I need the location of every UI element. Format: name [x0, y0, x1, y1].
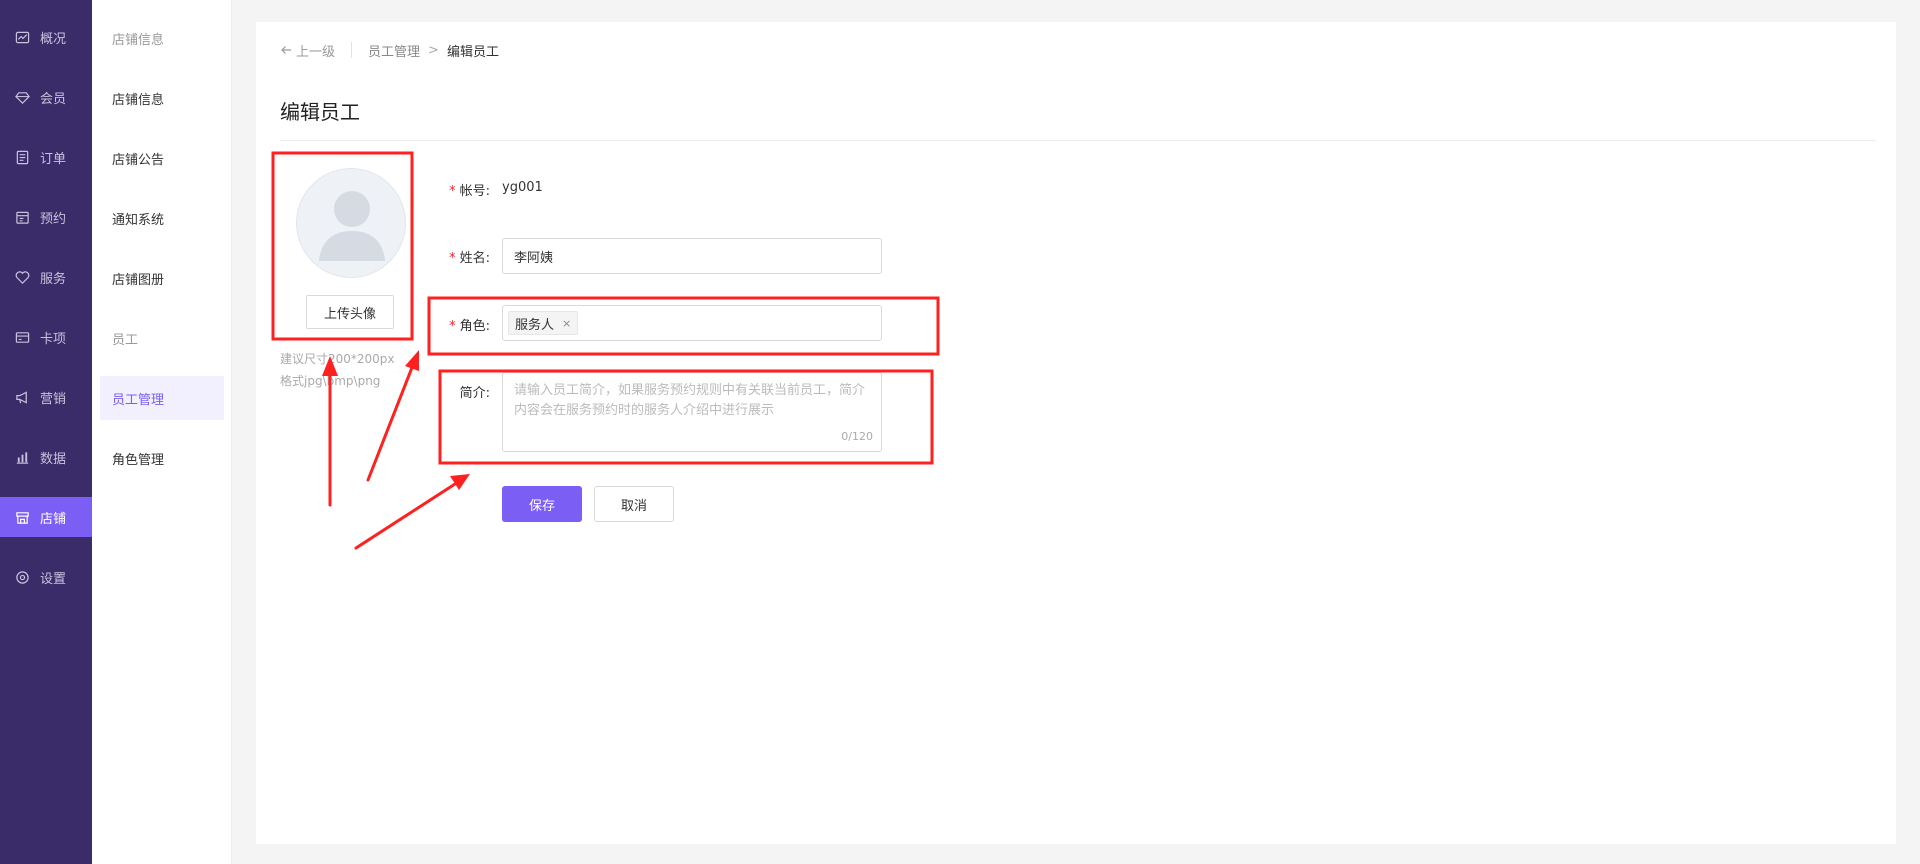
arrow-left-icon — [281, 46, 291, 54]
settings-icon — [15, 570, 30, 585]
nav-item-store[interactable]: 店铺 — [0, 497, 92, 537]
upload-avatar-button[interactable]: 上传头像 — [306, 295, 394, 329]
submenu-item-staff-management[interactable]: 员工管理 — [100, 376, 224, 420]
role-select[interactable]: 服务人 × — [502, 305, 882, 341]
nav-item-booking[interactable]: 预约 — [0, 197, 92, 237]
calendar-icon — [15, 210, 30, 225]
nav-item-settings[interactable]: 设置 — [0, 557, 92, 597]
role-tag: 服务人 × — [508, 311, 579, 335]
breadcrumb-separator: > — [428, 42, 439, 58]
card-icon — [15, 330, 30, 345]
chart-icon — [15, 450, 30, 465]
breadcrumb-parent[interactable]: 员工管理 — [368, 41, 420, 60]
dashboard-icon — [15, 30, 30, 45]
nav-label: 订单 — [40, 151, 67, 167]
diamond-icon — [15, 90, 30, 105]
submenu-item-announcement[interactable]: 店铺公告 — [100, 136, 224, 180]
avatar-hint-size: 建议尺寸200*200px — [280, 352, 395, 366]
intro-label-text: 简介: — [459, 386, 490, 401]
required-mark: * — [449, 184, 456, 199]
breadcrumb-divider — [351, 42, 353, 58]
back-link[interactable]: 上一级 — [280, 41, 335, 60]
page-title: 编辑员工 — [280, 100, 360, 124]
breadcrumb: 上一级 员工管理 > 编辑员工 — [280, 40, 499, 60]
account-value: yg001 — [502, 180, 543, 195]
required-mark: * — [449, 251, 456, 266]
role-label-text: 角色: — [459, 319, 490, 334]
intro-field: 0/120 — [502, 372, 882, 452]
nav-label: 数据 — [40, 451, 67, 467]
account-label: * 帐号: — [410, 180, 490, 199]
store-icon — [15, 510, 30, 525]
main-nav: 概况 会员 订单 预约 服务 卡项 营销 数据 店铺 设置 — [0, 0, 92, 864]
order-icon — [15, 150, 30, 165]
nav-label: 服务 — [40, 271, 67, 287]
intro-counter: 0/120 — [841, 430, 873, 443]
nav-item-orders[interactable]: 订单 — [0, 137, 92, 177]
submenu-item-role-management[interactable]: 角色管理 — [100, 436, 224, 480]
nav-label: 概况 — [40, 31, 67, 47]
name-label: * 姓名: — [410, 247, 490, 266]
nav-label: 预约 — [40, 211, 67, 227]
cancel-button[interactable]: 取消 — [594, 486, 674, 522]
name-label-text: 姓名: — [459, 251, 490, 266]
user-placeholder-icon — [319, 191, 385, 261]
nav-label: 营销 — [40, 391, 67, 407]
submenu-group-store-info: 店铺信息 — [112, 32, 165, 48]
submenu-item-album[interactable]: 店铺图册 — [100, 256, 224, 300]
intro-textarea[interactable] — [503, 373, 881, 451]
required-mark: * — [449, 319, 456, 334]
nav-item-service[interactable]: 服务 — [0, 257, 92, 297]
store-submenu: 店铺信息 店铺信息 店铺公告 通知系统 店铺图册 员工 员工管理 角色管理 — [92, 0, 232, 864]
nav-item-marketing[interactable]: 营销 — [0, 377, 92, 417]
nav-item-overview[interactable]: 概况 — [0, 17, 92, 57]
intro-label: 简介: — [410, 382, 490, 401]
breadcrumb-current: 编辑员工 — [446, 44, 499, 60]
heart-icon — [15, 270, 30, 285]
submenu-item-notification[interactable]: 通知系统 — [100, 196, 224, 240]
account-label-text: 帐号: — [459, 184, 490, 199]
title-divider — [280, 140, 1876, 141]
nav-label: 设置 — [40, 571, 67, 587]
nav-item-data[interactable]: 数据 — [0, 437, 92, 477]
save-button[interactable]: 保存 — [502, 486, 582, 522]
back-label: 上一级 — [296, 44, 336, 60]
close-icon[interactable]: × — [562, 317, 571, 330]
role-label: * 角色: — [410, 315, 490, 334]
edit-staff-card: 上一级 员工管理 > 编辑员工 编辑员工 上传头像 建议尺寸200*200px … — [256, 22, 1896, 844]
name-input[interactable] — [502, 238, 882, 274]
role-tag-label: 服务人 — [515, 317, 555, 333]
nav-label: 卡项 — [40, 331, 67, 347]
nav-item-members[interactable]: 会员 — [0, 77, 92, 117]
submenu-group-staff: 员工 — [112, 332, 139, 348]
megaphone-icon — [15, 390, 30, 405]
avatar — [296, 168, 406, 278]
submenu-item-store-info[interactable]: 店铺信息 — [100, 76, 224, 120]
nav-label: 会员 — [40, 91, 67, 107]
nav-label: 店铺 — [40, 511, 67, 527]
nav-item-cards[interactable]: 卡项 — [0, 317, 92, 357]
